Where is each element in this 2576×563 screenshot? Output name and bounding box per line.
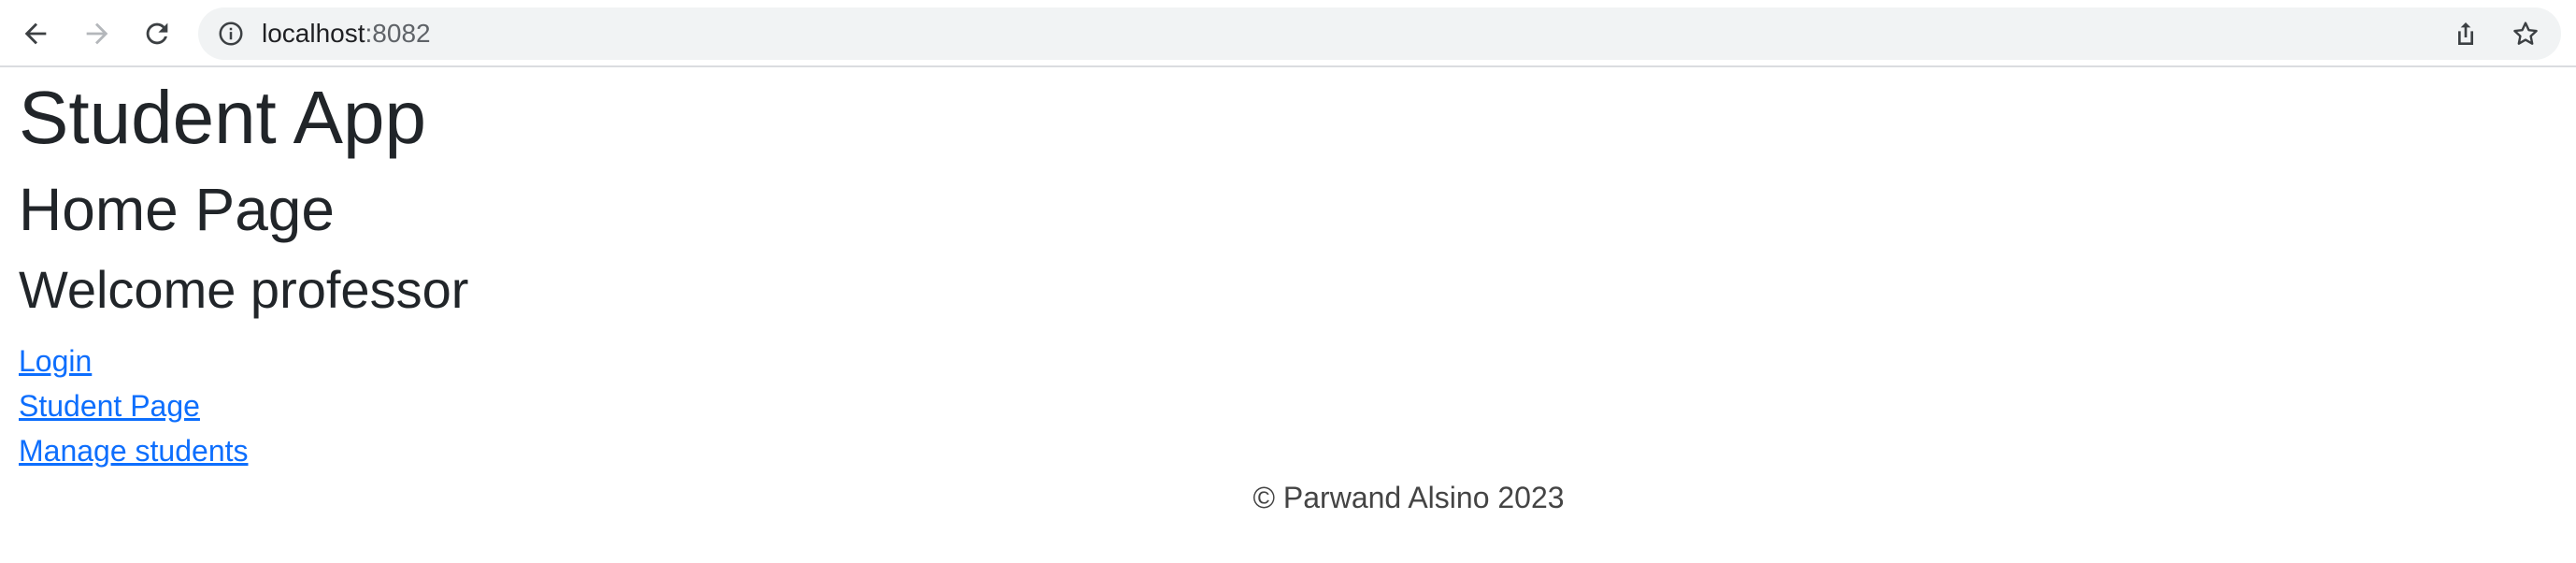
manage-students-link[interactable]: Manage students <box>19 434 249 468</box>
back-button[interactable] <box>15 13 56 54</box>
bookmark-button[interactable] <box>2509 17 2542 51</box>
share-button[interactable] <box>2449 17 2483 51</box>
student-page-link[interactable]: Student Page <box>19 389 200 423</box>
share-icon <box>2458 22 2473 45</box>
welcome-message: Welcome professor <box>19 260 469 319</box>
back-arrow-icon <box>24 22 47 45</box>
login-link[interactable]: Login <box>19 344 92 378</box>
star-icon <box>2513 22 2538 45</box>
nav-link-item: Student Page <box>19 383 249 428</box>
url-host: localhost <box>262 19 365 48</box>
nav-link-item: Login <box>19 339 249 383</box>
browser-toolbar: localhost:8082 <box>0 0 2576 67</box>
nav-links: Login Student Page Manage students <box>19 339 249 473</box>
forward-button[interactable] <box>77 13 118 54</box>
url-text[interactable]: localhost:8082 <box>262 7 431 60</box>
info-icon[interactable] <box>217 20 245 48</box>
nav-link-item: Manage students <box>19 428 249 473</box>
url-port: :8082 <box>365 19 431 48</box>
page-content: Student App Home Page Welcome professor … <box>0 67 2576 563</box>
address-bar[interactable]: localhost:8082 <box>198 7 2561 60</box>
app-title: Student App <box>19 76 426 159</box>
page-heading: Home Page <box>19 176 335 243</box>
footer-copyright: © Parwand Alsino 2023 <box>1252 481 1565 514</box>
reload-icon <box>146 22 168 45</box>
forward-arrow-icon <box>86 22 108 45</box>
reload-button[interactable] <box>136 13 178 54</box>
